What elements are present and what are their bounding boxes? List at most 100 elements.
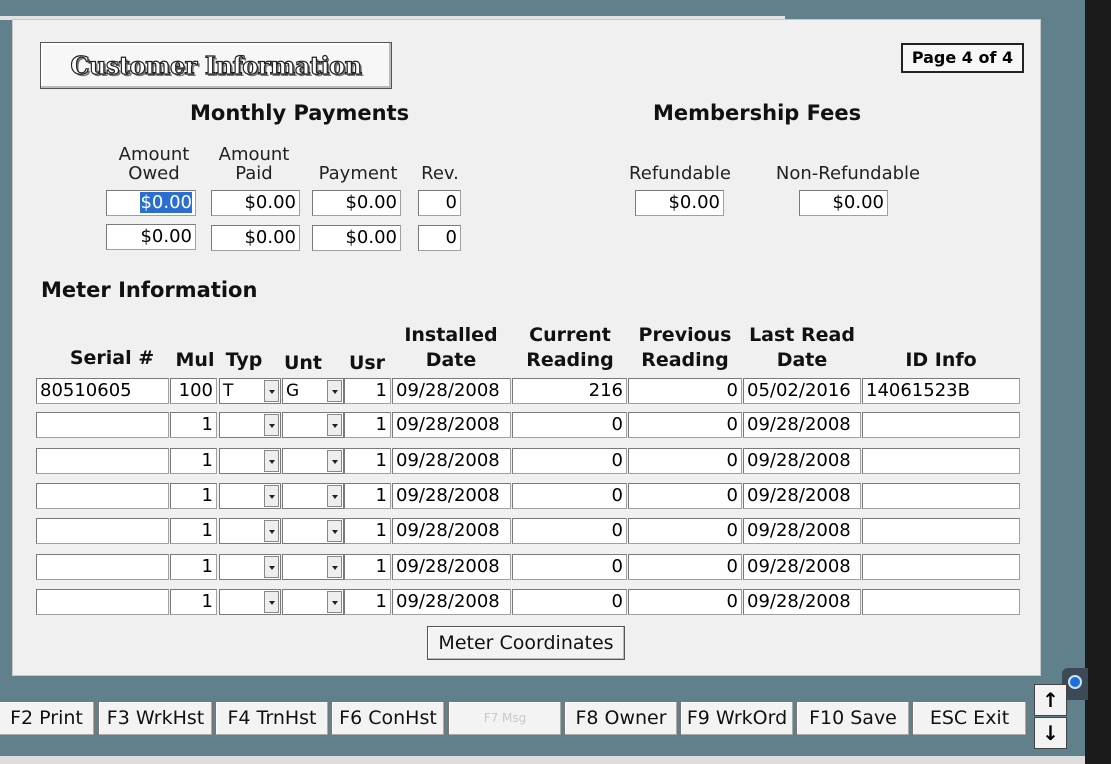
chevron-down-icon[interactable] — [264, 556, 279, 578]
fkey-button[interactable]: F2 Print — [0, 701, 95, 736]
fkey-button[interactable]: F8 Owner — [564, 701, 678, 736]
usr-cell[interactable]: 1 — [344, 554, 391, 580]
current-reading-cell[interactable]: 0 — [512, 589, 627, 615]
previous-reading-cell[interactable]: 0 — [628, 589, 742, 615]
usr-cell[interactable]: 1 — [344, 518, 391, 544]
rev-field-1[interactable]: 0 — [418, 190, 461, 216]
mul-cell[interactable]: 1 — [170, 589, 217, 615]
installed-date-cell[interactable]: 09/28/2008 — [392, 589, 511, 615]
serial-cell[interactable] — [36, 483, 169, 509]
serial-cell[interactable] — [36, 412, 169, 438]
chevron-down-icon[interactable] — [327, 414, 342, 436]
installed-date-cell[interactable]: 09/28/2008 — [392, 518, 511, 544]
fkey-button[interactable]: F10 Save — [796, 701, 910, 736]
unt-dropdown[interactable]: G — [282, 378, 344, 404]
id-info-cell[interactable] — [862, 483, 1020, 509]
installed-date-cell[interactable]: 09/28/2008 — [392, 554, 511, 580]
mul-cell[interactable]: 1 — [170, 448, 217, 474]
amount-paid-field-2[interactable]: $0.00 — [211, 225, 300, 251]
unt-dropdown[interactable] — [282, 412, 344, 438]
mul-cell[interactable]: 1 — [170, 412, 217, 438]
serial-cell[interactable] — [36, 589, 169, 615]
chevron-down-icon[interactable] — [264, 591, 279, 613]
amount-owed-field-2[interactable]: $0.00 — [106, 224, 196, 250]
unt-dropdown[interactable] — [282, 518, 344, 544]
typ-dropdown[interactable]: T — [219, 378, 281, 404]
id-info-cell[interactable] — [862, 589, 1020, 615]
typ-dropdown[interactable] — [219, 589, 281, 615]
mul-cell[interactable]: 1 — [170, 554, 217, 580]
unt-dropdown[interactable] — [282, 589, 344, 615]
previous-reading-cell[interactable]: 0 — [628, 483, 742, 509]
previous-reading-cell[interactable]: 0 — [628, 412, 742, 438]
current-reading-cell[interactable]: 0 — [512, 412, 627, 438]
typ-dropdown[interactable] — [219, 448, 281, 474]
current-reading-cell[interactable]: 0 — [512, 448, 627, 474]
mul-cell[interactable]: 100 — [170, 378, 217, 404]
last-read-date-cell[interactable]: 09/28/2008 — [743, 448, 861, 474]
chevron-down-icon[interactable] — [327, 380, 342, 402]
fkey-button[interactable]: F9 WrkOrd — [680, 701, 794, 736]
last-read-date-cell[interactable]: 09/28/2008 — [743, 483, 861, 509]
amount-owed-field-1[interactable]: $0.00 — [106, 190, 196, 216]
unt-dropdown[interactable] — [282, 448, 344, 474]
id-info-cell[interactable] — [862, 518, 1020, 544]
serial-cell[interactable] — [36, 518, 169, 544]
chevron-down-icon[interactable] — [327, 450, 342, 472]
usr-cell[interactable]: 1 — [344, 589, 391, 615]
usr-cell[interactable]: 1 — [344, 412, 391, 438]
usr-cell[interactable]: 1 — [344, 448, 391, 474]
chevron-down-icon[interactable] — [327, 485, 342, 507]
id-info-cell[interactable] — [862, 412, 1020, 438]
usr-cell[interactable]: 1 — [344, 378, 391, 404]
fkey-button[interactable]: F3 WrkHst — [98, 701, 213, 736]
last-read-date-cell[interactable]: 09/28/2008 — [743, 518, 861, 544]
serial-cell[interactable] — [36, 554, 169, 580]
typ-dropdown[interactable] — [219, 554, 281, 580]
fkey-button[interactable]: F4 TrnHst — [215, 701, 329, 736]
last-read-date-cell[interactable]: 09/28/2008 — [743, 554, 861, 580]
refundable-field[interactable]: $0.00 — [635, 190, 724, 216]
id-info-cell[interactable]: 14061523B — [862, 378, 1020, 404]
chevron-down-icon[interactable] — [327, 556, 342, 578]
last-read-date-cell[interactable]: 09/28/2008 — [743, 589, 861, 615]
mul-cell[interactable]: 1 — [170, 518, 217, 544]
id-info-cell[interactable] — [862, 448, 1020, 474]
amount-paid-field-1[interactable]: $0.00 — [211, 190, 300, 216]
chevron-down-icon[interactable] — [327, 520, 342, 542]
installed-date-cell[interactable]: 09/28/2008 — [392, 448, 511, 474]
current-reading-cell[interactable]: 0 — [512, 483, 627, 509]
non-refundable-field[interactable]: $0.00 — [799, 190, 888, 216]
current-reading-cell[interactable]: 0 — [512, 518, 627, 544]
mul-cell[interactable]: 1 — [170, 483, 217, 509]
installed-date-cell[interactable]: 09/28/2008 — [392, 378, 511, 404]
meter-coordinates-button[interactable]: Meter Coordinates — [427, 626, 625, 660]
serial-cell[interactable]: 80510605 — [36, 378, 169, 404]
current-reading-cell[interactable]: 216 — [512, 378, 627, 404]
fkey-button[interactable]: ESC Exit — [912, 701, 1027, 736]
last-read-date-cell[interactable]: 09/28/2008 — [743, 412, 861, 438]
installed-date-cell[interactable]: 09/28/2008 — [392, 483, 511, 509]
chevron-down-icon[interactable] — [264, 485, 279, 507]
previous-reading-cell[interactable]: 0 — [628, 378, 742, 404]
payment-field-2[interactable]: $0.00 — [312, 225, 401, 251]
unt-dropdown[interactable] — [282, 483, 344, 509]
previous-reading-cell[interactable]: 0 — [628, 448, 742, 474]
id-info-cell[interactable] — [862, 554, 1020, 580]
chevron-down-icon[interactable] — [264, 380, 279, 402]
unt-dropdown[interactable] — [282, 554, 344, 580]
typ-dropdown[interactable] — [219, 412, 281, 438]
serial-cell[interactable] — [36, 448, 169, 474]
previous-reading-cell[interactable]: 0 — [628, 554, 742, 580]
usr-cell[interactable]: 1 — [344, 483, 391, 509]
up-arrow-icon[interactable]: ↑ — [1034, 684, 1067, 716]
down-arrow-icon[interactable]: ↓ — [1034, 717, 1067, 749]
chevron-down-icon[interactable] — [264, 414, 279, 436]
chevron-down-icon[interactable] — [264, 520, 279, 542]
typ-dropdown[interactable] — [219, 518, 281, 544]
payment-field-1[interactable]: $0.00 — [312, 190, 401, 216]
current-reading-cell[interactable]: 0 — [512, 554, 627, 580]
fkey-button[interactable]: F6 ConHst — [331, 701, 445, 736]
previous-reading-cell[interactable]: 0 — [628, 518, 742, 544]
typ-dropdown[interactable] — [219, 483, 281, 509]
